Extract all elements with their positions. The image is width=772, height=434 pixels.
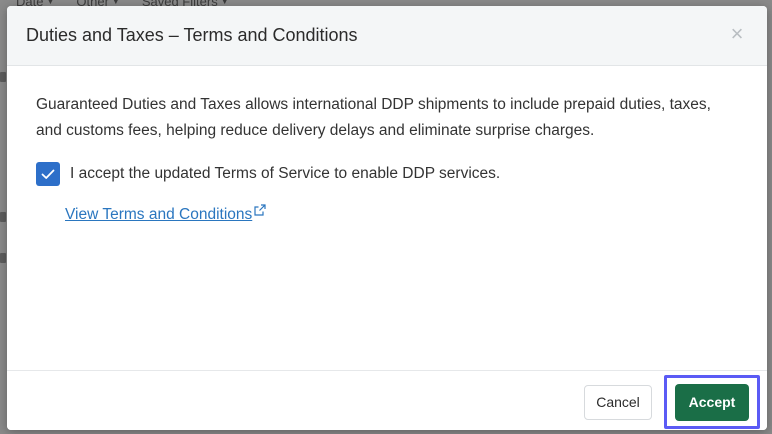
background-mark	[0, 212, 6, 222]
terms-dialog: Duties and Taxes – Terms and Conditions …	[7, 6, 767, 430]
dialog-description: Guaranteed Duties and Taxes allows inter…	[36, 96, 711, 139]
close-icon[interactable]: ×	[727, 23, 747, 45]
dialog-footer: Cancel Accept	[7, 370, 767, 430]
dialog-title: Duties and Taxes – Terms and Conditions	[26, 25, 358, 45]
cancel-button[interactable]: Cancel	[584, 385, 652, 420]
chevron-down-icon: ▼	[220, 0, 229, 6]
background-mark	[0, 253, 6, 263]
dialog-header: Duties and Taxes – Terms and Conditions …	[7, 6, 767, 66]
accept-terms-row: I accept the updated Terms of Service to…	[36, 162, 500, 186]
view-terms-link[interactable]: View Terms and Conditions	[65, 206, 252, 224]
checkmark-icon	[41, 169, 55, 179]
external-link-icon[interactable]	[253, 203, 267, 217]
terms-link-container: View Terms and Conditions	[65, 203, 267, 224]
accept-terms-label: I accept the updated Terms of Service to…	[70, 165, 501, 182]
background-mark	[0, 72, 6, 82]
chevron-down-icon: ▼	[111, 0, 120, 6]
chevron-down-icon: ▼	[46, 0, 55, 6]
accept-terms-checkbox[interactable]	[36, 162, 60, 186]
accept-button[interactable]: Accept	[675, 384, 749, 421]
dialog-body: Guaranteed Duties and Taxes allows inter…	[7, 66, 767, 370]
